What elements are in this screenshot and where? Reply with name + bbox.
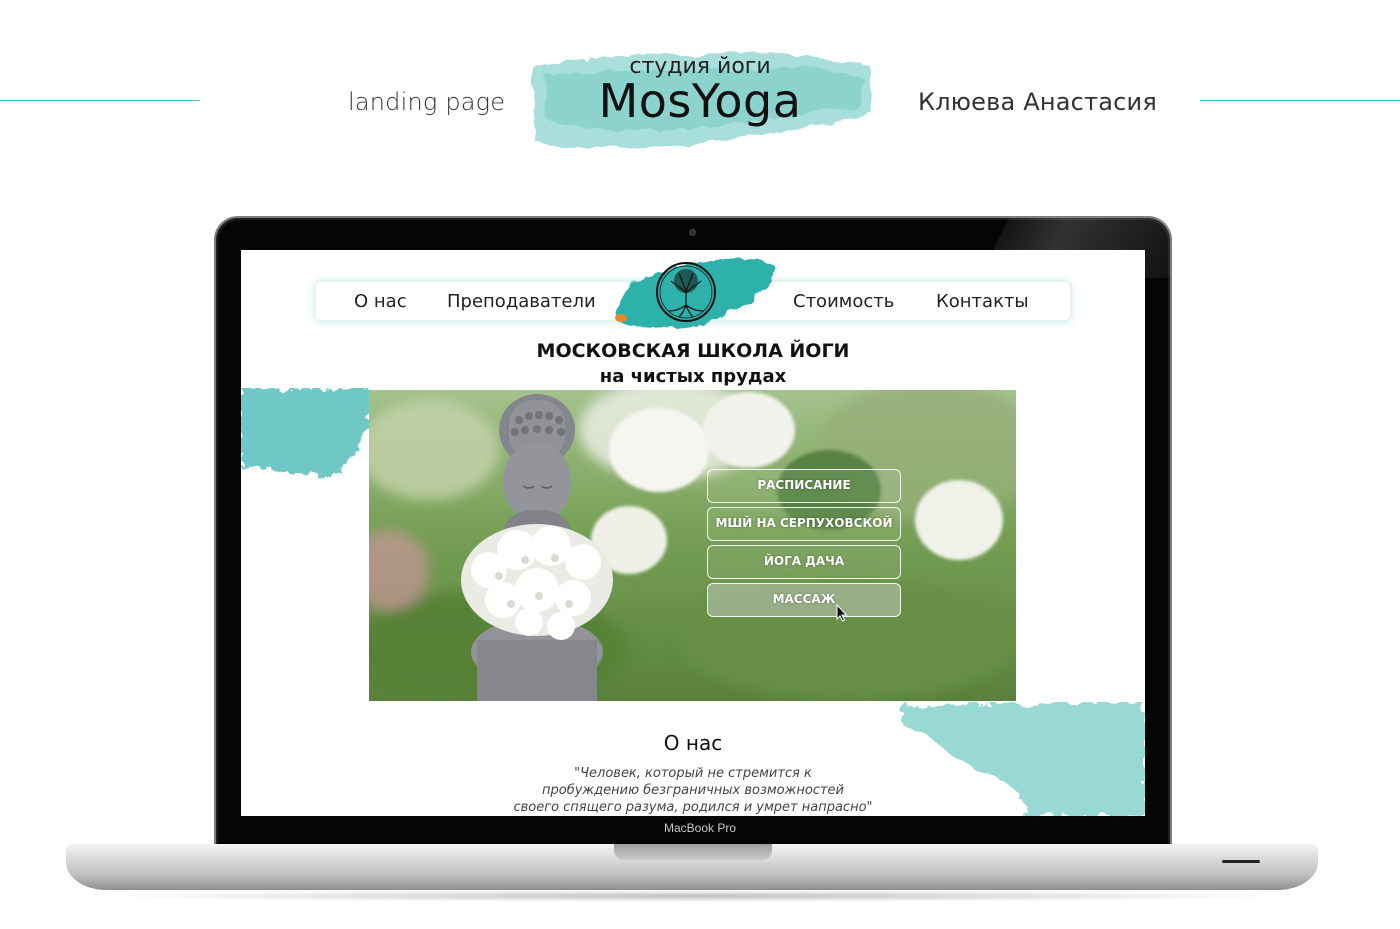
quote-line: "Человек, который не стремится к [574,766,812,781]
tree-of-life-icon[interactable] [655,261,717,323]
decorative-line-left [0,100,200,101]
about-section-title: О нас [663,731,723,755]
hero-button-serpukhovskaya[interactable]: МШЙ НА СЕРПУХОВСКОЙ [707,507,901,541]
nav-link-about[interactable]: О нас [354,291,407,312]
hero-button-schedule[interactable]: РАСПИСАНИЕ [707,469,901,503]
hero-button-yoga-dacha[interactable]: ЙОГА ДАЧА [707,545,901,579]
brand-title: MosYoga [598,74,802,128]
watercolor-wash-left [241,388,371,478]
author-name: Клюева Анастасия [918,88,1157,116]
camera-icon [689,229,696,236]
laptop-shadow [90,890,1300,902]
about-quote: "Человек, который не стремится к пробужд… [241,765,1145,816]
quote-line: пробуждению безграничных возможностей [542,783,844,798]
nav-link-price[interactable]: Стоимость [793,291,894,312]
nav-link-contacts[interactable]: Контакты [936,291,1029,312]
nav-link-teachers[interactable]: Преподаватели [447,291,596,312]
hero-photo [369,390,1016,701]
mouse-cursor-icon [836,604,848,622]
school-title: МОСКОВСКАЯ ШКОЛА ЙОГИ [536,340,850,362]
decorative-line-right [1200,100,1400,101]
laptop-opening-notch [614,844,772,860]
quote-line: своего спящего разума, родился и умрет н… [513,800,873,815]
laptop-drive-slot [1222,860,1260,863]
website-screen: О нас Преподаватели Стоимость Контакты М… [241,250,1145,816]
hero-banner: РАСПИСАНИЕ МШЙ НА СЕРПУХОВСКОЙ ЙОГА ДАЧА… [369,390,1016,701]
device-label: MacBook Pro [663,821,737,835]
hero-button-massage[interactable]: МАССАЖ [707,583,901,617]
school-subtitle: на чистых прудах [599,366,787,387]
landing-page-caption: landing page [348,88,506,116]
